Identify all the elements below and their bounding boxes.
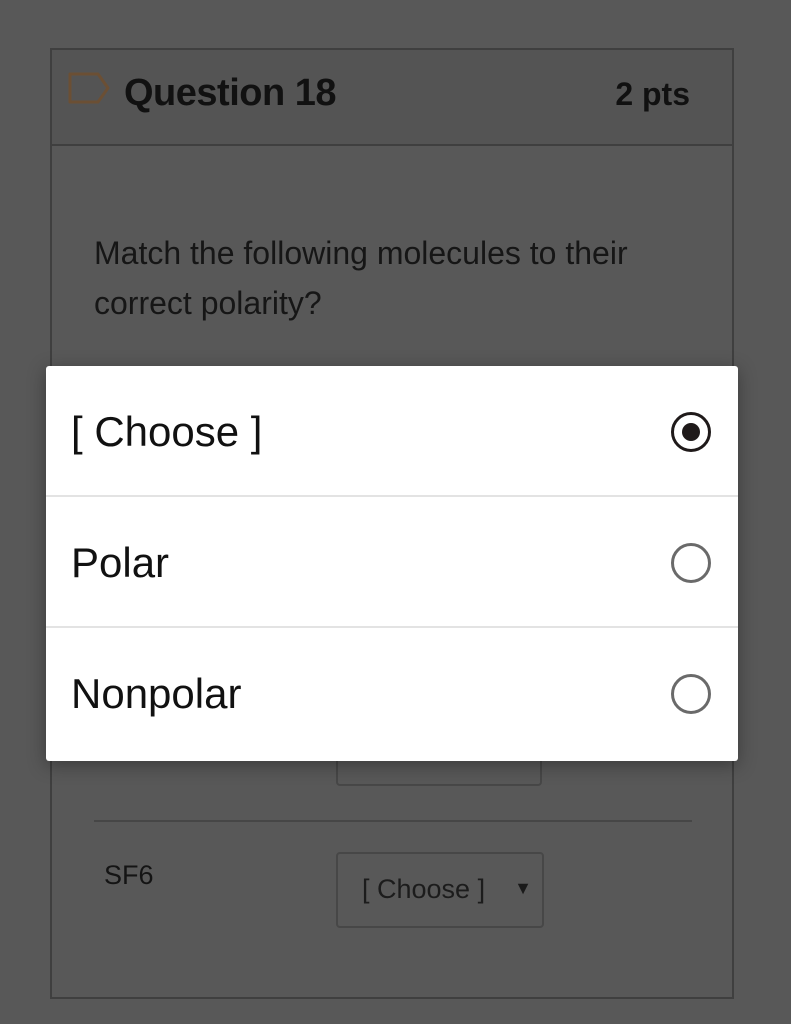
option-nonpolar[interactable]: Nonpolar	[46, 628, 738, 759]
radio-checked-icon[interactable]	[671, 412, 711, 452]
option-label: Polar	[71, 539, 170, 586]
radio-dot	[682, 423, 700, 441]
flag-outline-icon[interactable]	[68, 70, 112, 106]
option-polar[interactable]: Polar	[46, 497, 738, 628]
triangle-down-icon: ▼	[514, 878, 532, 898]
question-header: Question 18 2 pts	[52, 50, 732, 146]
question-points: 2 pts	[615, 76, 690, 112]
select-value: [ Choose ]	[362, 874, 486, 904]
row-label-sf6: SF6	[104, 860, 154, 890]
question-title: Question 18	[124, 72, 337, 114]
radio-unchecked-icon[interactable]	[671, 674, 711, 714]
row-divider	[94, 820, 692, 822]
option-label: Nonpolar	[71, 670, 242, 717]
polarity-select-sf6[interactable]: [ Choose ] ▼	[336, 852, 544, 928]
option-label: [ Choose ]	[71, 408, 263, 455]
radio-unchecked-icon[interactable]	[671, 543, 711, 583]
question-prompt: Match the following molecules to their c…	[94, 235, 628, 321]
option-choose[interactable]: [ Choose ]	[46, 366, 738, 497]
screen: Question 18 2 pts Match the following mo…	[0, 0, 791, 1024]
options-dialog: [ Choose ] Polar Nonpolar	[46, 366, 738, 761]
